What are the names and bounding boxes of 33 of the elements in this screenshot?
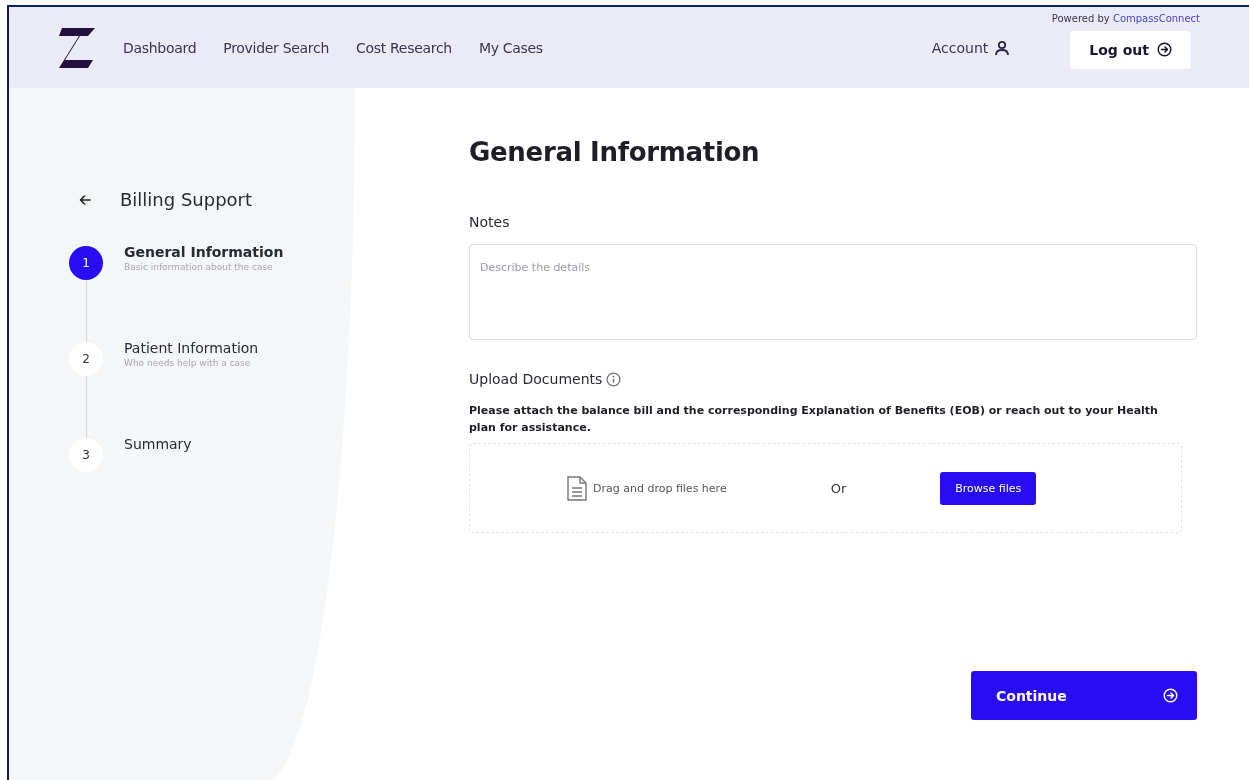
drop-text: Drag and drop files here (593, 481, 727, 495)
continue-button[interactable]: Continue (971, 671, 1197, 720)
notes-field[interactable]: Describe the details (469, 244, 1197, 340)
nav-link[interactable]: My Cases (478, 39, 543, 56)
nav-link[interactable]: Provider Search (223, 39, 329, 56)
arrow-circle-icon (1163, 688, 1178, 703)
page-title: General Information (469, 137, 761, 167)
step-number: 1 (69, 246, 103, 280)
upload-instructions: Please attach the balance bill and the corresponding Explanation of Benefits (EOB) or reach out to your Health plan for assistance. (469, 403, 1159, 436)
drop-zone[interactable]: Drag and drop files here Or Browse files (469, 443, 1182, 533)
or-text: Or (830, 480, 847, 496)
logout-button[interactable]: Log out (1070, 30, 1191, 69)
step-number: 2 (69, 342, 103, 376)
person-icon[interactable] (994, 39, 1011, 56)
sidebar-title: Billing Support (120, 189, 253, 210)
step-title[interactable]: General Information (124, 244, 284, 260)
arrow-circle-icon (1157, 42, 1172, 57)
back-arrow-icon[interactable] (79, 193, 91, 206)
logo-icon[interactable] (59, 27, 95, 68)
upload-label: Upload Documents (469, 371, 603, 387)
step-title[interactable]: Summary (124, 436, 192, 452)
info-icon[interactable] (606, 371, 622, 387)
step-title[interactable]: Patient Information (124, 340, 259, 356)
account-link[interactable]: Account (931, 39, 989, 56)
powered-by-text: Powered by CompassConnect (1051, 13, 1200, 24)
nav-link[interactable]: Cost Research (355, 39, 452, 56)
browse-files-button[interactable]: Browse files (940, 471, 1037, 505)
document-icon (567, 475, 587, 501)
nav-link[interactable]: Dashboard (123, 39, 197, 56)
step-subtitle: Basic information about the case (124, 262, 274, 272)
notes-label: Notes (469, 214, 511, 230)
step-subtitle: Who needs help with a case (124, 358, 252, 368)
step-number: 3 (69, 438, 103, 472)
